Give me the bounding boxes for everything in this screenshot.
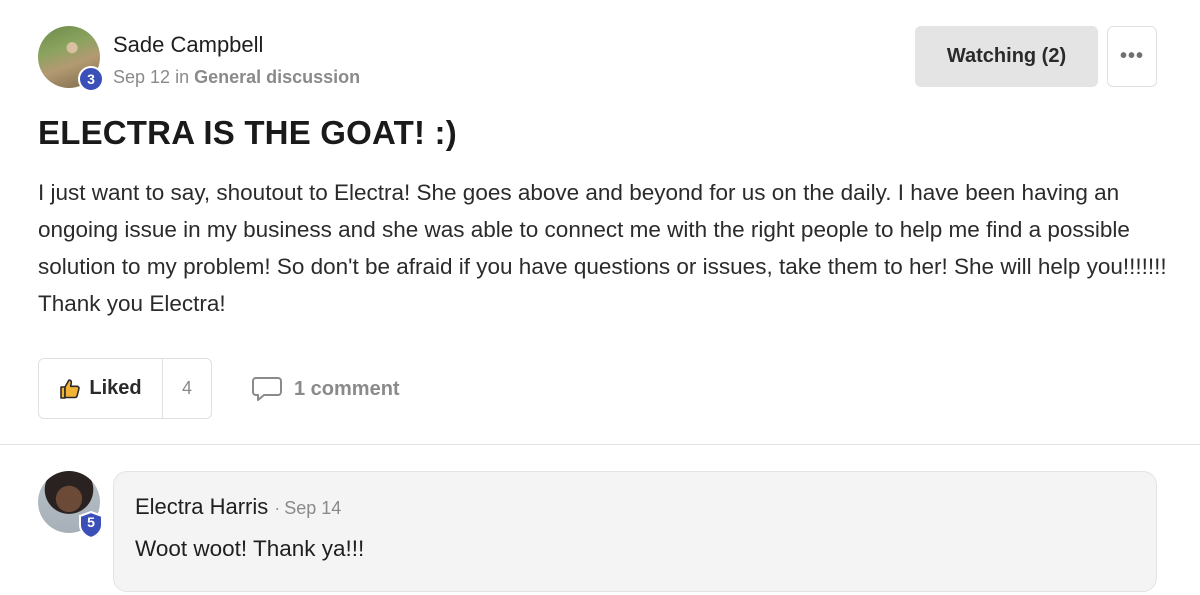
speech-bubble-icon	[252, 377, 282, 401]
level-badge-shield: 5	[78, 510, 104, 540]
watching-button[interactable]: Watching (2)	[915, 26, 1098, 87]
level-badge: 3	[78, 66, 104, 92]
comments-link[interactable]: 1 comment	[252, 372, 400, 406]
like-count[interactable]: 4	[163, 359, 211, 418]
comment-separator: ·	[274, 498, 281, 518]
commenter-name[interactable]: Electra Harris	[135, 494, 268, 519]
author-name[interactable]: Sade Campbell	[113, 32, 263, 58]
post-date: Sep 12	[113, 67, 171, 87]
more-options-button[interactable]: •••	[1107, 26, 1157, 87]
comment-text: Woot woot! Thank ya!!!	[135, 536, 365, 561]
post-meta: Sep 12 in General discussion	[113, 67, 360, 88]
ellipsis-icon: •••	[1119, 45, 1144, 67]
author-avatar[interactable]: 3	[38, 26, 104, 92]
post-title: ELECTRA IS THE GOAT! :)	[38, 114, 457, 151]
thumbs-up-icon	[60, 378, 81, 399]
like-button[interactable]: Liked	[39, 359, 163, 418]
like-label: Liked	[89, 377, 142, 399]
post-meta-in: in	[175, 67, 190, 87]
like-control: Liked 4	[38, 358, 212, 419]
post-body: I just want to say, shoutout to Electra!…	[38, 180, 1167, 316]
comment-date: Sep 14	[284, 498, 342, 518]
section-divider	[0, 444, 1200, 445]
comment-bubble: Electra Harris · Sep 14 Woot woot! Thank y…	[113, 471, 1157, 592]
comment-header: Electra Harris · Sep 14	[135, 494, 341, 520]
commenter-level: 5	[87, 514, 95, 530]
post-card: 3 Sade Campbell Sep 12 in General discus…	[0, 0, 1200, 445]
category-link[interactable]: General discussion	[194, 67, 360, 87]
commenter-avatar[interactable]: 5	[38, 471, 103, 540]
comment-count: 1 comment	[294, 377, 400, 400]
